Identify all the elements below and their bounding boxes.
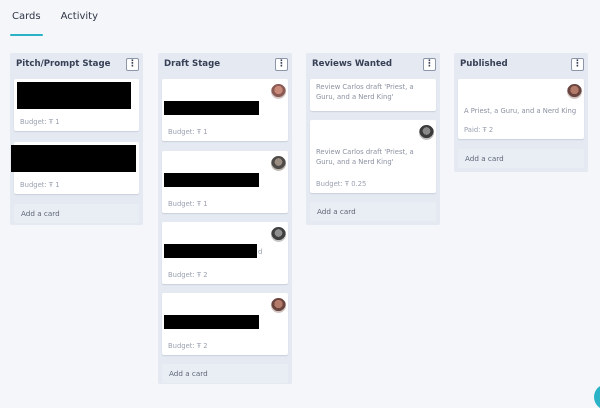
column-reviews-wanted: Reviews Wanted ⋮ Review Carlos draft 'Pr… (306, 53, 440, 225)
card-paid: Paid: Ŧ 2 (464, 126, 494, 134)
column-title: Pitch/Prompt Stage (16, 59, 111, 69)
add-card-button[interactable]: Add a card (162, 364, 288, 383)
card[interactable]: Budget: Ŧ 1 (11, 142, 139, 194)
card-budget: Budget: Ŧ 1 (20, 181, 60, 189)
column-title: Reviews Wanted (312, 59, 393, 69)
card-budget: Budget: Ŧ 1 (168, 200, 208, 208)
card[interactable]: Budget: Ŧ 1 (14, 79, 139, 131)
card-description: A Priest, a Guru, and a Nerd King (464, 107, 577, 115)
redacted-title (17, 82, 131, 109)
redacted-title (164, 101, 259, 115)
column-menu-button[interactable]: ⋮ (126, 57, 139, 71)
redacted-title (164, 173, 259, 187)
add-card-button[interactable]: Add a card (458, 149, 584, 168)
card-budget: Budget: Ŧ 0.25 (316, 180, 367, 188)
card-title-fragment: d (258, 248, 263, 256)
add-card-button[interactable]: Add a card (14, 204, 139, 223)
avatar (271, 156, 286, 171)
tab-bar: Cards Activity (10, 9, 100, 36)
card-budget: Budget: Ŧ 1 (168, 128, 208, 136)
card[interactable]: Review Carlos draft 'Priest, a Guru, and… (310, 79, 436, 111)
card[interactable]: Budget: Ŧ 1 (162, 79, 288, 141)
avatar (567, 84, 582, 99)
avatar (419, 125, 434, 140)
tab-cards[interactable]: Cards (10, 9, 43, 36)
column-header: Pitch/Prompt Stage ⋮ (14, 53, 139, 75)
column-pitch-prompt-stage: Pitch/Prompt Stage ⋮ Budget: Ŧ 1 Budget:… (10, 53, 143, 225)
column-menu-button[interactable]: ⋮ (571, 57, 584, 71)
column-title: Draft Stage (164, 59, 221, 69)
card[interactable]: Budget: Ŧ 1 (162, 151, 288, 213)
column-menu-button[interactable]: ⋮ (275, 57, 288, 71)
card-budget: Budget: Ŧ 2 (168, 342, 208, 350)
help-chat-button[interactable] (594, 384, 600, 408)
card[interactable]: Review Carlos draft 'Priest, a Guru, and… (310, 120, 436, 193)
avatar (271, 84, 286, 99)
column-title: Published (460, 59, 508, 69)
avatar (271, 298, 286, 313)
card-budget: Budget: Ŧ 1 (20, 118, 60, 126)
card[interactable]: d Budget: Ŧ 2 (162, 222, 288, 284)
card-description: Review Carlos draft 'Priest, a Guru, and… (316, 148, 414, 166)
column-header: Reviews Wanted ⋮ (310, 53, 436, 75)
column-header: Published ⋮ (458, 53, 584, 75)
redacted-title (164, 315, 259, 329)
column-header: Draft Stage ⋮ (162, 53, 288, 75)
redacted-title (11, 145, 136, 172)
avatar (271, 227, 286, 242)
redacted-title (164, 244, 257, 258)
tab-activity[interactable]: Activity (59, 9, 100, 31)
card[interactable]: Budget: Ŧ 2 (162, 293, 288, 355)
card-description: Review Carlos draft 'Priest, a Guru, and… (316, 83, 414, 101)
add-card-button[interactable]: Add a card (310, 202, 436, 221)
card-budget: Budget: Ŧ 2 (168, 271, 208, 279)
column-draft-stage: Draft Stage ⋮ Budget: Ŧ 1 Budget: Ŧ 1 d … (158, 53, 292, 384)
column-menu-button[interactable]: ⋮ (423, 57, 436, 71)
card[interactable]: A Priest, a Guru, and a Nerd King Paid: … (458, 79, 584, 139)
column-published: Published ⋮ A Priest, a Guru, and a Nerd… (454, 53, 588, 172)
